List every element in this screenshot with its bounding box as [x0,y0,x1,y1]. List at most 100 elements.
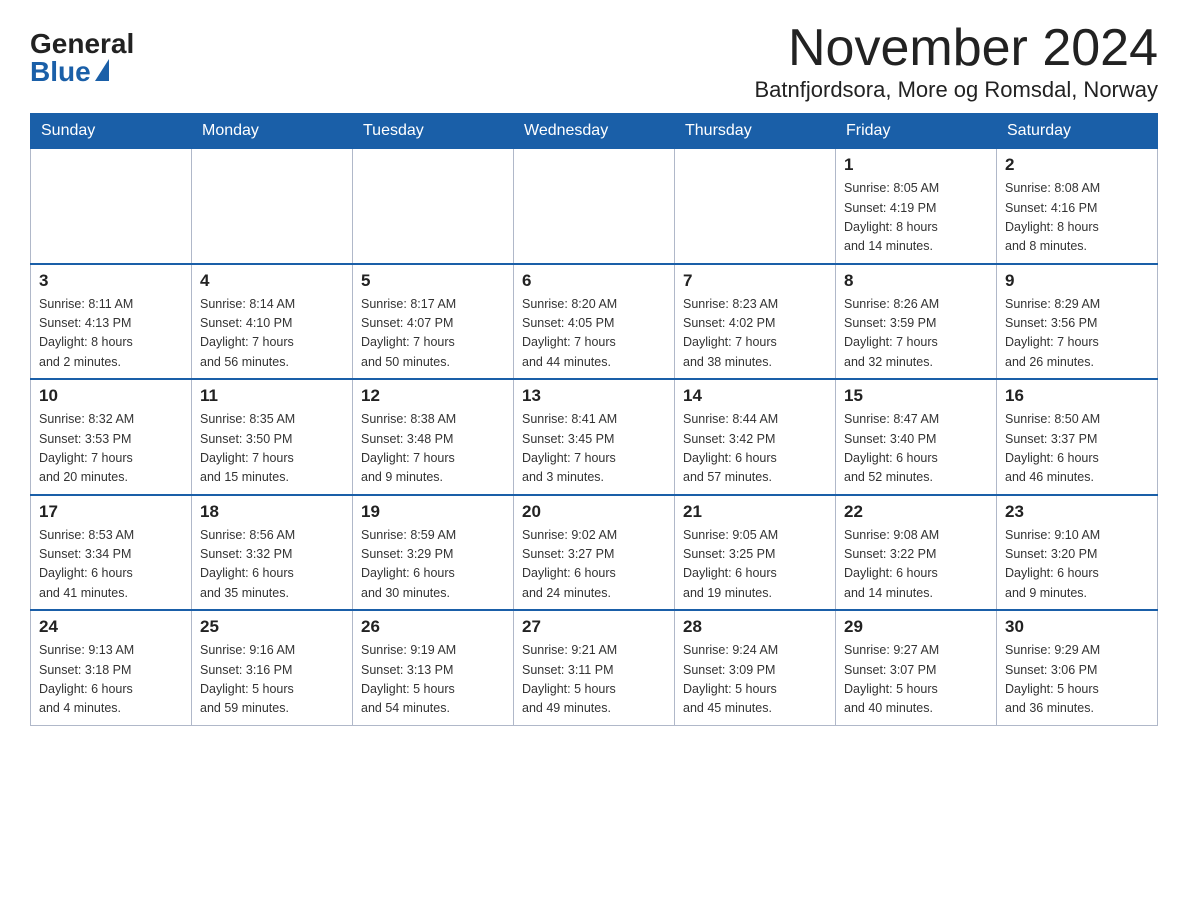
day-info: Sunrise: 9:13 AM Sunset: 3:18 PM Dayligh… [39,641,183,719]
table-row: 13 Sunrise: 8:41 AM Sunset: 3:45 PM Dayli… [514,379,675,495]
logo: General Blue [30,20,134,86]
day-info: Sunrise: 8:32 AM Sunset: 3:53 PM Dayligh… [39,410,183,488]
calendar-week-row: 10 Sunrise: 8:32 AM Sunset: 3:53 PM Dayli… [31,379,1158,495]
day-info: Sunrise: 9:10 AM Sunset: 3:20 PM Dayligh… [1005,526,1149,604]
table-row [514,149,675,264]
day-number: 16 [1005,386,1149,406]
day-number: 11 [200,386,344,406]
day-number: 22 [844,502,988,522]
logo-blue-text: Blue [30,58,111,86]
day-info: Sunrise: 8:20 AM Sunset: 4:05 PM Dayligh… [522,295,666,373]
header-wednesday: Wednesday [514,114,675,149]
day-info: Sunrise: 9:16 AM Sunset: 3:16 PM Dayligh… [200,641,344,719]
table-row: 28 Sunrise: 9:24 AM Sunset: 3:09 PM Dayli… [675,610,836,725]
table-row: 2 Sunrise: 8:08 AM Sunset: 4:16 PM Daylig… [997,149,1158,264]
header-sunday: Sunday [31,114,192,149]
day-info: Sunrise: 8:53 AM Sunset: 3:34 PM Dayligh… [39,526,183,604]
day-number: 4 [200,271,344,291]
table-row: 11 Sunrise: 8:35 AM Sunset: 3:50 PM Dayli… [192,379,353,495]
table-row: 22 Sunrise: 9:08 AM Sunset: 3:22 PM Dayli… [836,495,997,611]
table-row: 4 Sunrise: 8:14 AM Sunset: 4:10 PM Daylig… [192,264,353,380]
day-number: 30 [1005,617,1149,637]
calendar-week-row: 3 Sunrise: 8:11 AM Sunset: 4:13 PM Daylig… [31,264,1158,380]
day-info: Sunrise: 8:47 AM Sunset: 3:40 PM Dayligh… [844,410,988,488]
header-friday: Friday [836,114,997,149]
table-row: 19Sunrise: 8:59 AM Sunset: 3:29 PM Dayli… [353,495,514,611]
day-info: Sunrise: 9:19 AM Sunset: 3:13 PM Dayligh… [361,641,505,719]
day-number: 5 [361,271,505,291]
table-row [353,149,514,264]
day-info: Sunrise: 8:44 AM Sunset: 3:42 PM Dayligh… [683,410,827,488]
table-row: 1Sunrise: 8:05 AM Sunset: 4:19 PM Daylig… [836,149,997,264]
day-info: Sunrise: 8:17 AM Sunset: 4:07 PM Dayligh… [361,295,505,373]
day-info: Sunrise: 8:11 AM Sunset: 4:13 PM Dayligh… [39,295,183,373]
header-saturday: Saturday [997,114,1158,149]
day-number: 1 [844,155,988,175]
day-info: Sunrise: 9:29 AM Sunset: 3:06 PM Dayligh… [1005,641,1149,719]
day-info: Sunrise: 8:56 AM Sunset: 3:32 PM Dayligh… [200,526,344,604]
calendar-week-row: 24 Sunrise: 9:13 AM Sunset: 3:18 PM Dayli… [31,610,1158,725]
table-row: 9 Sunrise: 8:29 AM Sunset: 3:56 PM Daylig… [997,264,1158,380]
month-title: November 2024 [755,20,1159,77]
table-row: 18 Sunrise: 8:56 AM Sunset: 3:32 PM Dayli… [192,495,353,611]
calendar-table: Sunday Monday Tuesday Wednesday Thursday… [30,113,1158,726]
table-row: 10 Sunrise: 8:32 AM Sunset: 3:53 PM Dayli… [31,379,192,495]
day-number: 17 [39,502,183,522]
table-row: 15 Sunrise: 8:47 AM Sunset: 3:40 PM Dayli… [836,379,997,495]
day-number: 12 [361,386,505,406]
day-number: 10 [39,386,183,406]
table-row: 16 Sunrise: 8:50 AM Sunset: 3:37 PM Dayli… [997,379,1158,495]
day-number: 3 [39,271,183,291]
table-row: 8Sunrise: 8:26 AM Sunset: 3:59 PM Daylig… [836,264,997,380]
table-row: 12 Sunrise: 8:38 AM Sunset: 3:48 PM Dayli… [353,379,514,495]
title-area: November 2024 Batnfjordsora, More og Rom… [755,20,1159,103]
logo-general-text: General [30,30,134,58]
day-info: Sunrise: 8:29 AM Sunset: 3:56 PM Dayligh… [1005,295,1149,373]
header-thursday: Thursday [675,114,836,149]
table-row: 5 Sunrise: 8:17 AM Sunset: 4:07 PM Daylig… [353,264,514,380]
table-row: 14 Sunrise: 8:44 AM Sunset: 3:42 PM Dayli… [675,379,836,495]
day-number: 29 [844,617,988,637]
day-info: Sunrise: 8:38 AM Sunset: 3:48 PM Dayligh… [361,410,505,488]
day-number: 2 [1005,155,1149,175]
day-number: 7 [683,271,827,291]
header-monday: Monday [192,114,353,149]
table-row [31,149,192,264]
day-info: Sunrise: 8:41 AM Sunset: 3:45 PM Dayligh… [522,410,666,488]
day-info: Sunrise: 9:24 AM Sunset: 3:09 PM Dayligh… [683,641,827,719]
day-number: 20 [522,502,666,522]
day-number: 28 [683,617,827,637]
table-row: 20 Sunrise: 9:02 AM Sunset: 3:27 PM Dayli… [514,495,675,611]
day-number: 13 [522,386,666,406]
day-number: 15 [844,386,988,406]
table-row: 7Sunrise: 8:23 AM Sunset: 4:02 PM Daylig… [675,264,836,380]
location-title: Batnfjordsora, More og Romsdal, Norway [755,77,1159,103]
day-number: 24 [39,617,183,637]
day-info: Sunrise: 9:27 AM Sunset: 3:07 PM Dayligh… [844,641,988,719]
day-number: 25 [200,617,344,637]
day-info: Sunrise: 8:50 AM Sunset: 3:37 PM Dayligh… [1005,410,1149,488]
table-row: 27 Sunrise: 9:21 AM Sunset: 3:11 PM Dayli… [514,610,675,725]
day-number: 14 [683,386,827,406]
day-number: 27 [522,617,666,637]
day-number: 19 [361,502,505,522]
table-row: 24 Sunrise: 9:13 AM Sunset: 3:18 PM Dayli… [31,610,192,725]
day-number: 21 [683,502,827,522]
day-number: 18 [200,502,344,522]
day-info: Sunrise: 8:14 AM Sunset: 4:10 PM Dayligh… [200,295,344,373]
weekday-header-row: Sunday Monday Tuesday Wednesday Thursday… [31,114,1158,149]
day-info: Sunrise: 9:08 AM Sunset: 3:22 PM Dayligh… [844,526,988,604]
day-info: Sunrise: 8:35 AM Sunset: 3:50 PM Dayligh… [200,410,344,488]
day-number: 26 [361,617,505,637]
day-info: Sunrise: 9:21 AM Sunset: 3:11 PM Dayligh… [522,641,666,719]
day-info: Sunrise: 8:08 AM Sunset: 4:16 PM Dayligh… [1005,179,1149,257]
table-row: 21Sunrise: 9:05 AM Sunset: 3:25 PM Dayli… [675,495,836,611]
day-info: Sunrise: 9:02 AM Sunset: 3:27 PM Dayligh… [522,526,666,604]
day-number: 9 [1005,271,1149,291]
day-info: Sunrise: 8:26 AM Sunset: 3:59 PM Dayligh… [844,295,988,373]
header-tuesday: Tuesday [353,114,514,149]
day-number: 23 [1005,502,1149,522]
table-row: 17 Sunrise: 8:53 AM Sunset: 3:34 PM Dayli… [31,495,192,611]
table-row: 30 Sunrise: 9:29 AM Sunset: 3:06 PM Dayli… [997,610,1158,725]
calendar-week-row: 1Sunrise: 8:05 AM Sunset: 4:19 PM Daylig… [31,149,1158,264]
